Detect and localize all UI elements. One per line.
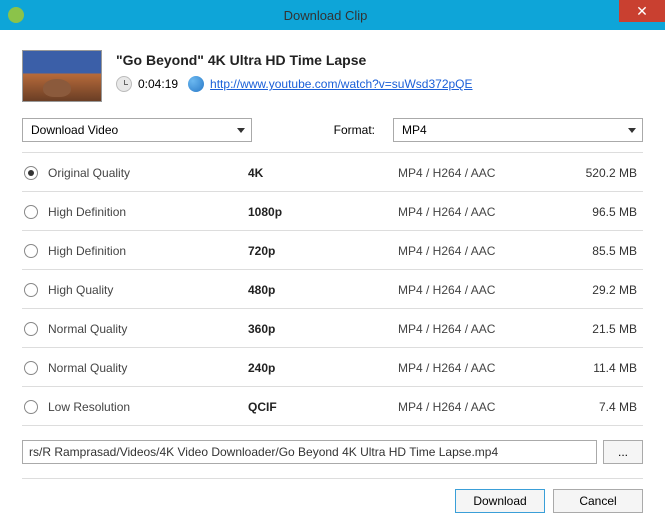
separator [22,478,643,479]
quality-resolution: QCIF [248,400,398,414]
video-thumbnail [22,50,102,102]
video-header: "Go Beyond" 4K Ultra HD Time Lapse 0:04:… [22,50,643,102]
quality-codec: MP4 / H264 / AAC [398,283,558,297]
quality-row[interactable]: Low ResolutionQCIFMP4 / H264 / AAC7.4 MB [22,393,643,421]
quality-codec: MP4 / H264 / AAC [398,361,558,375]
quality-codec: MP4 / H264 / AAC [398,205,558,219]
quality-size: 11.4 MB [558,361,641,375]
quality-resolution: 4K [248,166,398,180]
quality-row[interactable]: High Definition1080pMP4 / H264 / AAC96.5… [22,198,643,226]
quality-resolution: 360p [248,322,398,336]
quality-size: 29.2 MB [558,283,641,297]
radio-button[interactable] [24,322,38,336]
separator [22,347,643,348]
quality-codec: MP4 / H264 / AAC [398,166,558,180]
quality-resolution: 1080p [248,205,398,219]
window-title: Download Clip [32,8,619,23]
radio-button[interactable] [24,283,38,297]
app-icon [8,7,24,23]
separator [22,152,643,153]
separator [22,191,643,192]
radio-button[interactable] [24,205,38,219]
titlebar: Download Clip ✕ [0,0,665,30]
format-dropdown[interactable]: MP4 [393,118,643,142]
quality-name: High Definition [48,205,248,219]
radio-button[interactable] [24,166,38,180]
clock-icon [116,76,132,92]
radio-button[interactable] [24,244,38,258]
quality-size: 85.5 MB [558,244,641,258]
separator [22,269,643,270]
quality-resolution: 480p [248,283,398,297]
quality-row[interactable]: Normal Quality240pMP4 / H264 / AAC11.4 M… [22,354,643,382]
separator [22,308,643,309]
quality-size: 7.4 MB [558,400,641,414]
quality-name: Original Quality [48,166,248,180]
radio-button[interactable] [24,361,38,375]
quality-row[interactable]: High Quality480pMP4 / H264 / AAC29.2 MB [22,276,643,304]
quality-codec: MP4 / H264 / AAC [398,322,558,336]
close-button[interactable]: ✕ [619,0,665,22]
quality-name: Low Resolution [48,400,248,414]
video-title: "Go Beyond" 4K Ultra HD Time Lapse [116,52,643,68]
separator [22,386,643,387]
quality-row[interactable]: High Definition720pMP4 / H264 / AAC85.5 … [22,237,643,265]
globe-icon [188,76,204,92]
video-url-link[interactable]: http://www.youtube.com/watch?v=suWsd372p… [210,77,472,91]
download-button[interactable]: Download [455,489,545,513]
quality-list: Original Quality4KMP4 / H264 / AAC520.2 … [22,159,643,421]
video-duration: 0:04:19 [138,77,178,91]
radio-button[interactable] [24,400,38,414]
format-label: Format: [334,123,375,137]
quality-size: 96.5 MB [558,205,641,219]
quality-size: 520.2 MB [558,166,641,180]
action-dropdown[interactable]: Download Video [22,118,252,142]
quality-row[interactable]: Original Quality4KMP4 / H264 / AAC520.2 … [22,159,643,187]
quality-codec: MP4 / H264 / AAC [398,400,558,414]
separator [22,230,643,231]
quality-name: Normal Quality [48,361,248,375]
separator [22,425,643,426]
cancel-button[interactable]: Cancel [553,489,643,513]
quality-resolution: 240p [248,361,398,375]
quality-size: 21.5 MB [558,322,641,336]
quality-name: High Definition [48,244,248,258]
quality-row[interactable]: Normal Quality360pMP4 / H264 / AAC21.5 M… [22,315,643,343]
quality-resolution: 720p [248,244,398,258]
quality-codec: MP4 / H264 / AAC [398,244,558,258]
quality-name: Normal Quality [48,322,248,336]
browse-button[interactable]: ... [603,440,643,464]
save-path-input[interactable]: rs/R Ramprasad/Videos/4K Video Downloade… [22,440,597,464]
quality-name: High Quality [48,283,248,297]
